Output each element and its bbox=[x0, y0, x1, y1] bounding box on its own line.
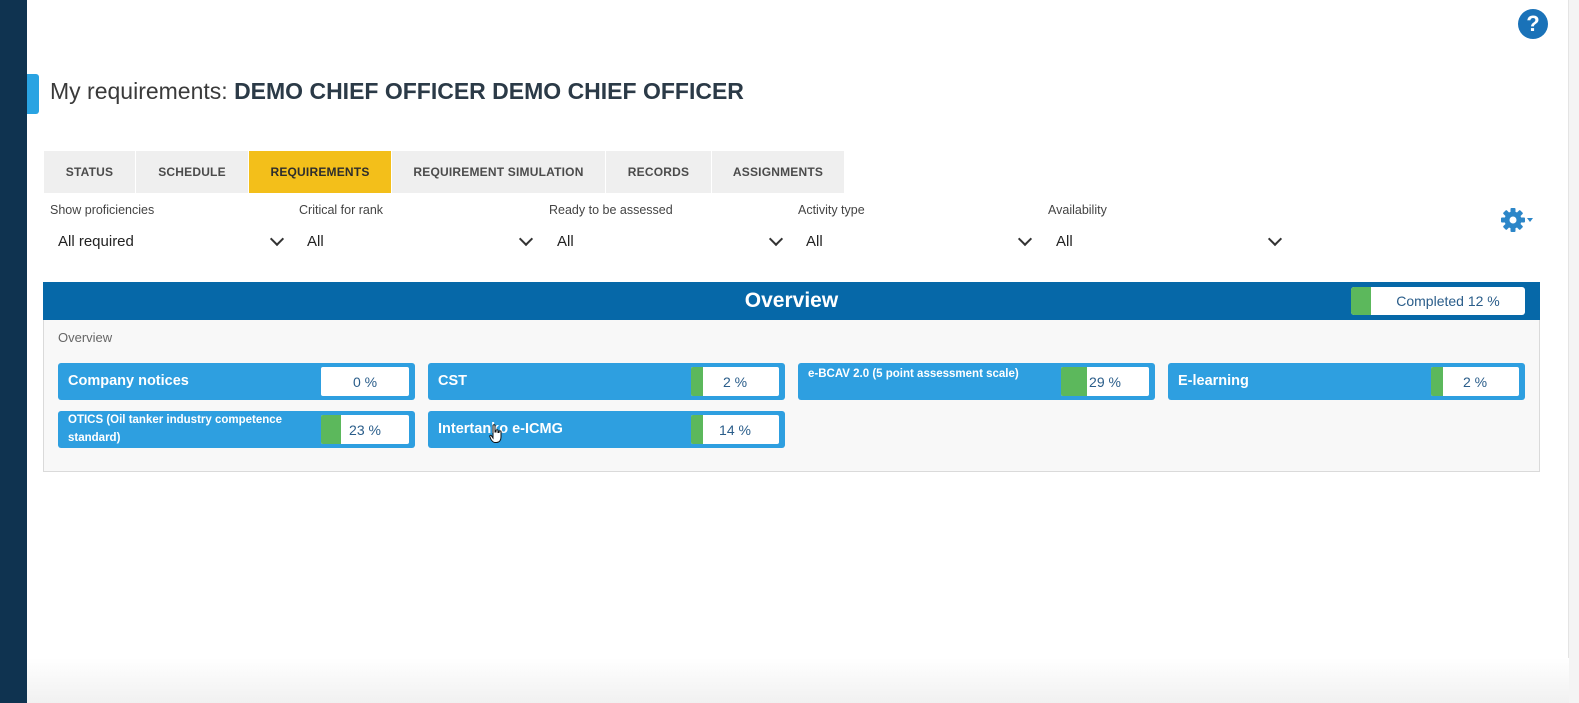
hand-cursor-graphic bbox=[489, 424, 502, 443]
filter-availability: Availability All bbox=[1048, 203, 1284, 255]
tab-assignments[interactable]: ASSIGNMENTS bbox=[712, 151, 845, 193]
category-percent: 29 % bbox=[1089, 373, 1121, 390]
category-card-intertanko-e-icmg[interactable]: Intertanko e-ICMG 14 % bbox=[428, 411, 785, 448]
critical-for-rank-select[interactable]: All bbox=[299, 227, 535, 255]
tab-bar: STATUS SCHEDULE REQUIREMENTS REQUIREMENT… bbox=[44, 151, 845, 193]
completed-progress-fill bbox=[1351, 287, 1371, 315]
category-percent: 23 % bbox=[349, 421, 381, 438]
select-value: All required bbox=[58, 232, 134, 250]
overview-title: Overview bbox=[744, 289, 839, 312]
filter-ready-to-be-assessed: Ready to be assessed All bbox=[549, 203, 785, 255]
category-card-otics[interactable]: OTICS (Oil tanker industry competence st… bbox=[58, 411, 415, 448]
category-name: Company notices bbox=[68, 373, 189, 390]
show-proficiencies-select[interactable]: All required bbox=[50, 227, 286, 255]
category-progress: 14 % bbox=[691, 415, 779, 444]
category-card-cst[interactable]: CST 2 % bbox=[428, 363, 785, 400]
select-value: All bbox=[307, 232, 324, 250]
tab-status[interactable]: STATUS bbox=[44, 151, 136, 193]
page-title: My requirements: DEMO CHIEF OFFICER DEMO… bbox=[50, 78, 744, 105]
category-progress: 0 % bbox=[321, 367, 409, 396]
category-name: Intertanko e-ICMG bbox=[438, 421, 563, 438]
category-name: CST bbox=[438, 373, 467, 390]
category-percent: 0 % bbox=[352, 373, 378, 390]
select-value: All bbox=[557, 232, 574, 250]
filter-label: Critical for rank bbox=[299, 203, 384, 217]
chevron-down-icon bbox=[1017, 231, 1033, 246]
chevron-down-icon bbox=[518, 231, 534, 246]
activity-type-select[interactable]: All bbox=[798, 227, 1034, 255]
category-card-e-learning[interactable]: E-learning 2 % bbox=[1168, 363, 1525, 400]
completed-progress-label: Completed 12 % bbox=[1396, 293, 1500, 309]
filter-label: Show proficiencies bbox=[50, 203, 155, 217]
filter-critical-for-rank: Critical for rank All bbox=[299, 203, 535, 255]
availability-select[interactable]: All bbox=[1048, 227, 1284, 255]
scrollbar-track[interactable] bbox=[1568, 0, 1579, 703]
left-navigation-rail[interactable] bbox=[0, 0, 27, 703]
completed-progress: Completed 12 % bbox=[1351, 287, 1525, 315]
category-name: e-BCAV 2.0 (5 point assessment scale) bbox=[808, 368, 1019, 380]
page-footer-shade bbox=[27, 658, 1569, 703]
category-percent: 14 % bbox=[719, 421, 751, 438]
chevron-down-icon bbox=[1267, 231, 1283, 246]
category-percent: 2 % bbox=[1462, 373, 1488, 390]
category-progress: 2 % bbox=[1431, 367, 1519, 396]
tab-records[interactable]: RECORDS bbox=[606, 151, 712, 193]
tab-schedule[interactable]: SCHEDULE bbox=[136, 151, 249, 193]
title-accent-bar bbox=[27, 74, 39, 114]
gear-icon[interactable] bbox=[1500, 206, 1534, 234]
filter-label: Activity type bbox=[798, 203, 865, 217]
category-progress: 2 % bbox=[691, 367, 779, 396]
tab-requirements[interactable]: REQUIREMENTS bbox=[249, 151, 392, 193]
filter-show-proficiencies: Show proficiencies All required bbox=[50, 203, 286, 255]
category-percent: 2 % bbox=[722, 373, 748, 390]
page-title-prefix: My requirements: bbox=[50, 78, 235, 104]
help-icon[interactable]: ? bbox=[1518, 9, 1548, 39]
category-card-company-notices[interactable]: Company notices 0 % bbox=[58, 363, 415, 400]
category-name: E-learning bbox=[1178, 373, 1249, 390]
select-value: All bbox=[1056, 232, 1073, 250]
hand-cursor-icon bbox=[489, 424, 503, 444]
chevron-down-icon bbox=[768, 231, 784, 246]
ready-to-be-assessed-select[interactable]: All bbox=[549, 227, 785, 255]
overview-subheading: Overview bbox=[58, 330, 113, 345]
tab-requirement-simulation[interactable]: REQUIREMENT SIMULATION bbox=[392, 151, 606, 193]
select-value: All bbox=[806, 232, 823, 250]
overview-header: Overview Completed 12 % bbox=[43, 282, 1540, 320]
gear-icon-graphic bbox=[1501, 208, 1533, 232]
filter-label: Ready to be assessed bbox=[549, 203, 673, 217]
page-title-owner: DEMO CHIEF OFFICER DEMO CHIEF OFFICER bbox=[234, 78, 744, 104]
category-name: OTICS (Oil tanker industry competence st… bbox=[68, 414, 283, 444]
category-progress: 23 % bbox=[321, 415, 409, 444]
filter-label: Availability bbox=[1048, 203, 1107, 217]
filter-activity-type: Activity type All bbox=[798, 203, 1034, 255]
category-progress: 29 % bbox=[1061, 367, 1149, 396]
category-card-e-bcav[interactable]: e-BCAV 2.0 (5 point assessment scale) 29… bbox=[798, 363, 1155, 400]
chevron-down-icon bbox=[269, 231, 285, 246]
